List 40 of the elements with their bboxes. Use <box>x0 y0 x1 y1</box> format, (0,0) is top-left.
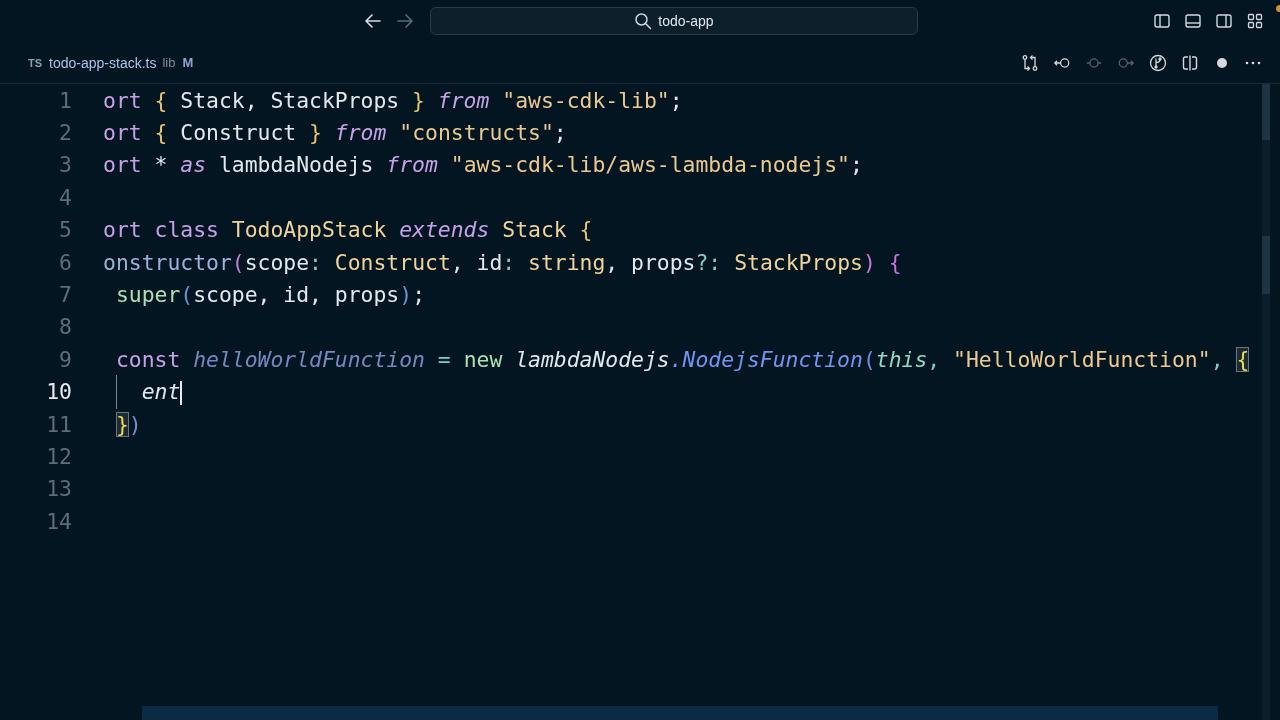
language-label: TS <box>28 56 43 69</box>
line-number: 1 <box>58 87 72 113</box>
line-number: 9 <box>58 346 72 372</box>
code-line: ent <box>103 378 183 405</box>
code-line: ort { Construct } from "constructs"; <box>103 120 567 146</box>
folder-name: lib <box>162 55 176 70</box>
line-number: 12 <box>45 444 72 469</box>
more-icon[interactable] <box>1245 60 1261 65</box>
code-line: ort { Stack, StackProps } from "aws-cdk-lib"; <box>103 87 683 113</box>
branch-circle-icon[interactable] <box>1149 53 1167 72</box>
compare-changes-icon[interactable] <box>1021 53 1039 72</box>
line-number: 10 <box>45 379 72 405</box>
line-number: 3 <box>58 152 72 178</box>
layout-grid-icon[interactable] <box>1246 12 1264 30</box>
line-number: 13 <box>45 476 72 502</box>
code-line: ort * as lambdaNodejs from "aws-cdk-lib/aws-lambda-nodejs"; <box>103 152 863 178</box>
code-line: onstructor(scope: Construct, id: string, props?: StackProps) { <box>103 249 902 275</box>
code-line: const helloWorldFunction = new lambdaNodejs.NodejsFunction(this, "HelloWorldFunction", { <box>114 346 1250 372</box>
line-number: 7 <box>58 282 72 308</box>
horizontal-scrollbar[interactable] <box>142 706 1218 720</box>
unsaved-dot-icon[interactable] <box>1217 57 1227 68</box>
sidebar-right-icon[interactable] <box>1215 12 1233 30</box>
line-number: 8 <box>58 314 72 340</box>
line-number: 14 <box>45 508 72 534</box>
search-icon <box>634 12 653 30</box>
line-number: 6 <box>58 249 72 275</box>
line-number: 11 <box>45 411 72 437</box>
code-line: ort class TodoAppStack extends Stack { <box>103 217 593 243</box>
search-text: todo-app <box>658 13 714 29</box>
git-status: M <box>182 55 194 70</box>
line-number: 5 <box>58 217 72 243</box>
file-name[interactable]: todo-app-stack.ts <box>49 54 157 71</box>
line-number: 4 <box>58 184 72 210</box>
search-field[interactable]: todo-app <box>430 7 918 35</box>
vertical-scrollbar[interactable] <box>1262 84 1270 720</box>
line-number: 2 <box>58 120 72 146</box>
split-editor-icon[interactable] <box>1181 53 1199 72</box>
code-line: super(scope, id, props); <box>114 282 426 308</box>
sidebar-left-icon[interactable] <box>1153 12 1171 30</box>
panel-icon[interactable] <box>1184 12 1202 30</box>
